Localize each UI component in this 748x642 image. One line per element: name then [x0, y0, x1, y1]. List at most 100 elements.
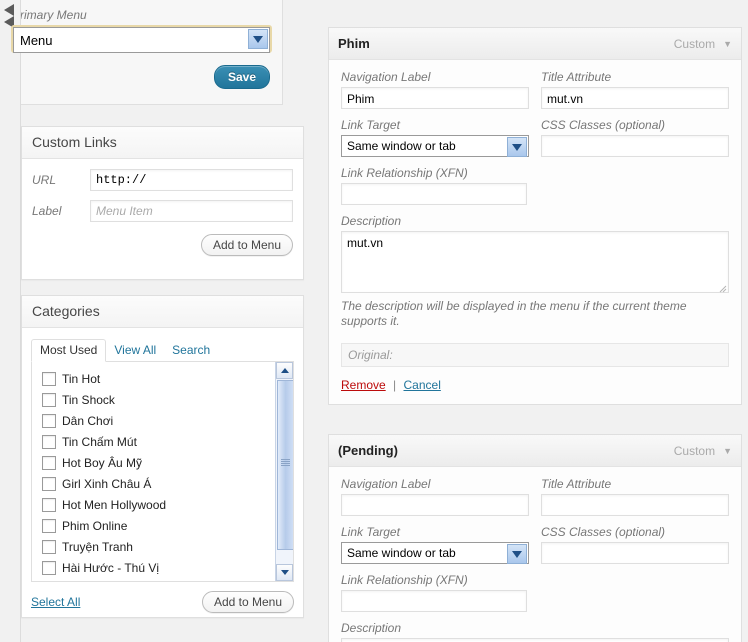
categories-list: Tin Hot Tin Shock Dân Chơi Tin Chấm Mút: [32, 362, 293, 578]
categories-panel: Categories Most Used View All Search Tin…: [21, 295, 304, 618]
link-target-select[interactable]: Same window or tab: [341, 542, 529, 564]
checkbox-icon[interactable]: [42, 539, 56, 554]
resize-handle-icon[interactable]: [718, 282, 727, 293]
menu-item-header[interactable]: Phim Custom ▼: [329, 28, 741, 60]
css-classes-input[interactable]: [541, 542, 729, 564]
scrollbar-grip-icon: [281, 459, 290, 466]
chevron-down-icon[interactable]: ▼: [723, 39, 732, 49]
tab-most-used[interactable]: Most Used: [31, 339, 107, 362]
tab-view-all[interactable]: View All: [106, 340, 164, 361]
checkbox-icon[interactable]: [42, 371, 56, 386]
custom-links-title: Custom Links: [22, 127, 303, 159]
css-classes-label: CSS Classes (optional): [541, 525, 666, 539]
categories-title: Categories: [22, 296, 303, 328]
categories-list-box: Tin Hot Tin Shock Dân Chơi Tin Chấm Mút: [31, 362, 294, 582]
checkbox-icon[interactable]: [42, 476, 56, 491]
chevron-down-icon[interactable]: [507, 544, 527, 564]
select-all-link[interactable]: Select All: [31, 595, 80, 609]
description-help-text: The description will be displayed in the…: [341, 299, 687, 328]
description-label: Description: [341, 214, 402, 228]
xfn-label: Link Relationship (XFN): [341, 166, 468, 180]
list-item[interactable]: Dân Chơi: [42, 410, 293, 431]
list-item-label: Hot Men Hollywood: [62, 497, 167, 512]
list-item[interactable]: Tin Hot: [42, 368, 293, 389]
chevron-down-icon[interactable]: [507, 137, 527, 157]
scroll-up-icon[interactable]: [276, 362, 293, 379]
custom-links-add-to-menu-button[interactable]: Add to Menu: [200, 234, 293, 256]
menu-item-type: Custom: [673, 443, 716, 458]
url-label: URL: [32, 173, 57, 187]
title-attribute-input[interactable]: [541, 494, 729, 516]
list-item[interactable]: Tin Chấm Mút: [42, 431, 293, 452]
label-label: Label: [32, 204, 62, 218]
checkbox-icon[interactable]: [42, 518, 56, 533]
primary-menu-label: Primary Menu: [12, 8, 87, 22]
list-item[interactable]: Tin Shock: [42, 389, 293, 410]
menu-item-title: Phim: [338, 36, 370, 51]
xfn-label: Link Relationship (XFN): [341, 573, 468, 587]
checkbox-icon[interactable]: [42, 434, 56, 449]
menu-item-title: (Pending): [338, 443, 398, 458]
title-attribute-label: Title Attribute: [541, 70, 612, 84]
navigation-label-input[interactable]: Phim: [341, 87, 529, 109]
list-item-label: Tin Chấm Mút: [62, 434, 137, 449]
description-value: mut.vn: [347, 236, 384, 250]
menu-item-type: Custom: [673, 36, 716, 51]
chevron-down-icon[interactable]: ▼: [723, 446, 732, 456]
title-attribute-label: Title Attribute: [541, 477, 612, 491]
navigation-label-label: Navigation Label: [341, 70, 431, 84]
link-target-select[interactable]: Same window or tab: [341, 135, 529, 157]
menu-item-header[interactable]: (Pending) Custom ▼: [329, 435, 741, 467]
list-item[interactable]: Hài Hước - Thú Vị: [42, 557, 293, 578]
categories-tabs: Most Used View All Search: [31, 338, 294, 362]
list-item-label: Girl Xinh Châu Á: [62, 476, 152, 491]
xfn-input[interactable]: [341, 183, 528, 205]
page-root: Primary Menu Menu Save Custom Links URL …: [0, 0, 748, 642]
list-item[interactable]: Hot Men Hollywood: [42, 494, 293, 515]
scroll-down-icon[interactable]: [276, 564, 293, 581]
link-target-label: Link Target: [341, 525, 400, 539]
url-input[interactable]: http://: [90, 169, 293, 191]
checkbox-icon[interactable]: [42, 560, 56, 575]
description-textarea[interactable]: [341, 638, 729, 642]
list-item[interactable]: Girl Xinh Châu Á: [42, 473, 293, 494]
checkbox-icon[interactable]: [42, 413, 56, 428]
navigation-label-label: Navigation Label: [341, 477, 431, 491]
list-item[interactable]: Phim Online: [42, 515, 293, 536]
description-label: Description: [341, 621, 402, 635]
list-item[interactable]: Truyện Tranh: [42, 536, 293, 557]
list-item-label: Hài Hước - Thú Vị: [62, 560, 160, 575]
list-item[interactable]: Hot Boy Âu Mỹ: [42, 452, 293, 473]
menu-item-actions: Remove | Cancel: [341, 378, 729, 392]
css-classes-input[interactable]: [541, 135, 729, 157]
tab-search[interactable]: Search: [164, 340, 218, 361]
original-field: Original:: [341, 343, 729, 367]
primary-menu-select[interactable]: Menu: [11, 25, 272, 53]
list-item-label: Tin Shock: [62, 392, 115, 407]
navigation-label-input[interactable]: [341, 494, 529, 516]
primary-menu-panel: Primary Menu Menu Save: [0, 0, 283, 105]
custom-links-panel: Custom Links URL http:// Label Menu Item…: [21, 126, 304, 280]
categories-add-to-menu-button[interactable]: Add to Menu: [201, 591, 294, 613]
checkbox-icon[interactable]: [42, 497, 56, 512]
link-target-value: Same window or tab: [347, 546, 456, 560]
scrollbar-thumb[interactable]: [277, 380, 293, 550]
cancel-link[interactable]: Cancel: [404, 378, 441, 392]
left-rail: [0, 0, 21, 642]
xfn-input[interactable]: [341, 590, 528, 612]
label-input[interactable]: Menu Item: [90, 200, 293, 222]
remove-link[interactable]: Remove: [341, 378, 386, 392]
chevron-down-icon[interactable]: [248, 29, 268, 49]
description-textarea[interactable]: mut.vn: [341, 231, 729, 293]
primary-menu-selected-value: Menu: [20, 32, 53, 48]
categories-scrollbar[interactable]: [275, 362, 293, 581]
title-attribute-input[interactable]: mut.vn: [541, 87, 729, 109]
checkbox-icon[interactable]: [42, 392, 56, 407]
menu-item-pending: (Pending) Custom ▼ Navigation Label Titl…: [328, 434, 742, 642]
list-item-label: Hot Boy Âu Mỹ: [62, 455, 143, 470]
checkbox-icon[interactable]: [42, 455, 56, 470]
css-classes-label: CSS Classes (optional): [541, 118, 666, 132]
list-item-label: Dân Chơi: [62, 413, 114, 428]
menu-item-phim: Phim Custom ▼ Navigation Label Phim Titl…: [328, 27, 742, 405]
save-button[interactable]: Save: [213, 65, 270, 89]
